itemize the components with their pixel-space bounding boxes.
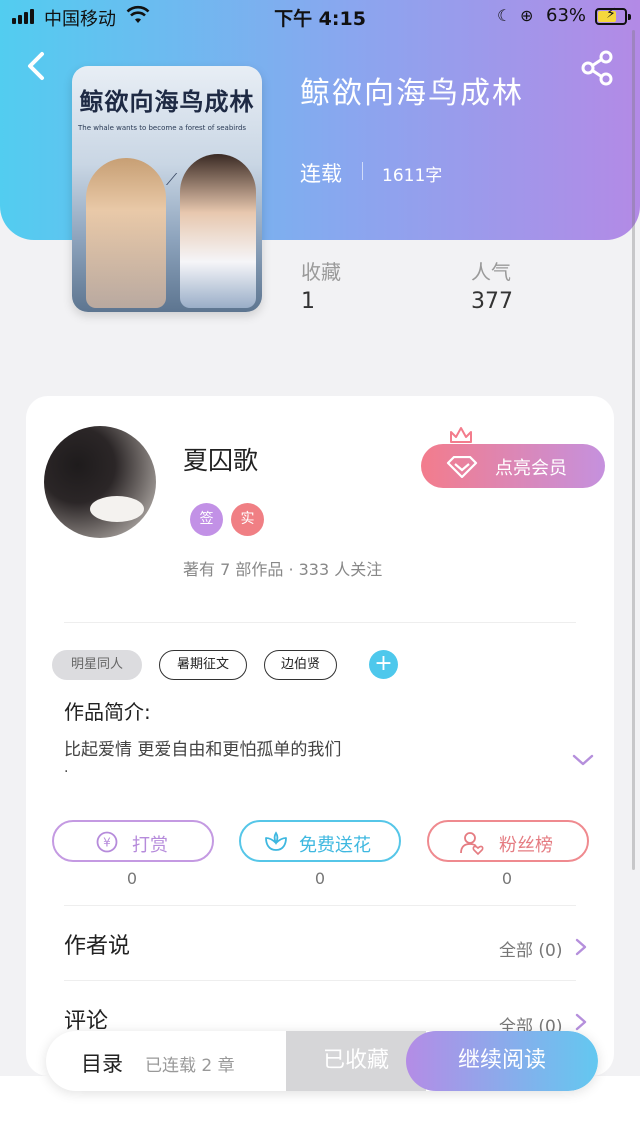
favorites-value: 1 [301,289,315,314]
signed-badge: 签 [190,503,223,536]
battery-icon: ⚡ [595,6,631,25]
book-title: 鲸欲向海鸟成林 [300,76,524,111]
reward-count: 0 [126,869,138,888]
author-meta: 著有 7 部作品 · 333 人关注 [183,560,383,579]
reward-button[interactable]: ¥ 打赏 [52,820,214,862]
tag-chip[interactable]: 暑期征文 [159,650,247,680]
bottom-action-bar: 目录 已连载 2 章 已收藏 继续阅读 [46,1031,598,1091]
verified-badge: 实 [231,503,264,536]
cover-subtitle: The whale wants to become a forest of se… [78,124,247,132]
cover-title: 鲸欲向海鸟成林 [79,88,255,116]
favorites-label: 收藏 [301,260,341,284]
book-status: 连载 [300,162,342,186]
svg-text:¥: ¥ [103,836,111,850]
chapters-count: 已连载 2 章 [145,1056,235,1076]
cover-figure-left [86,158,166,308]
synopsis-title: 作品简介: [64,700,151,724]
continue-reading-button[interactable]: 继续阅读 [406,1031,598,1091]
word-count: 1611字 [382,166,443,186]
tag-chip[interactable]: 边伯贤 [264,650,337,680]
status-bar: 中国移动 下午 4:15 ☾ ⊕ 63% ⚡ [0,0,640,34]
status-divider [362,162,363,180]
fans-ranking-label: 粉丝榜 [499,835,553,856]
chevron-right-icon[interactable] [574,937,588,957]
divider [64,980,576,981]
divider [64,622,576,623]
send-flower-button[interactable]: 免费送花 [239,820,401,862]
popularity-label: 人气 [471,260,511,284]
yen-icon: ¥ [96,831,118,853]
cover-figure-right [180,154,256,308]
flower-icon [265,831,287,851]
bird-icon: ⟋ [166,170,178,189]
tag-chip[interactable]: 明星同人 [52,650,142,680]
synopsis-text: 比起爱情 更爱自由和更怕孤单的我们 [64,740,342,760]
scrollbar[interactable] [632,30,635,870]
orientation-lock-icon: ⊕ [520,6,534,25]
author-says-all[interactable]: 全部 (0) [499,936,562,961]
author-says-title: 作者说 [64,934,131,959]
divider [64,905,576,906]
author-avatar[interactable] [44,426,156,538]
diamond-icon [446,456,478,478]
fans-icon [460,832,484,856]
book-cover[interactable]: 鲸欲向海鸟成林 The whale wants to become a fore… [72,66,262,312]
add-tag-button[interactable]: + [369,650,398,679]
flower-count: 0 [314,869,326,888]
synopsis-trailing: . [64,760,69,776]
reward-label: 打赏 [132,835,168,856]
share-icon[interactable] [578,48,618,88]
popularity-value: 377 [471,289,513,314]
status-time: 下午 4:15 [274,8,366,30]
fans-ranking-button[interactable]: 粉丝榜 [427,820,589,862]
fans-count: 0 [501,869,513,888]
back-icon[interactable] [18,46,54,86]
table-of-contents-button[interactable]: 目录 [81,1048,123,1078]
vip-button-label: 点亮会员 [495,458,567,479]
author-name[interactable]: 夏囚歌 [183,441,258,477]
crown-icon [450,427,472,443]
chevron-right-icon[interactable] [574,1012,588,1032]
do-not-disturb-icon: ☾ [497,6,512,25]
collected-button[interactable]: 已收藏 [286,1031,426,1091]
expand-chevron-icon[interactable] [572,752,594,768]
send-flower-label: 免费送花 [299,835,371,856]
battery-percentage: 63% [546,5,587,26]
